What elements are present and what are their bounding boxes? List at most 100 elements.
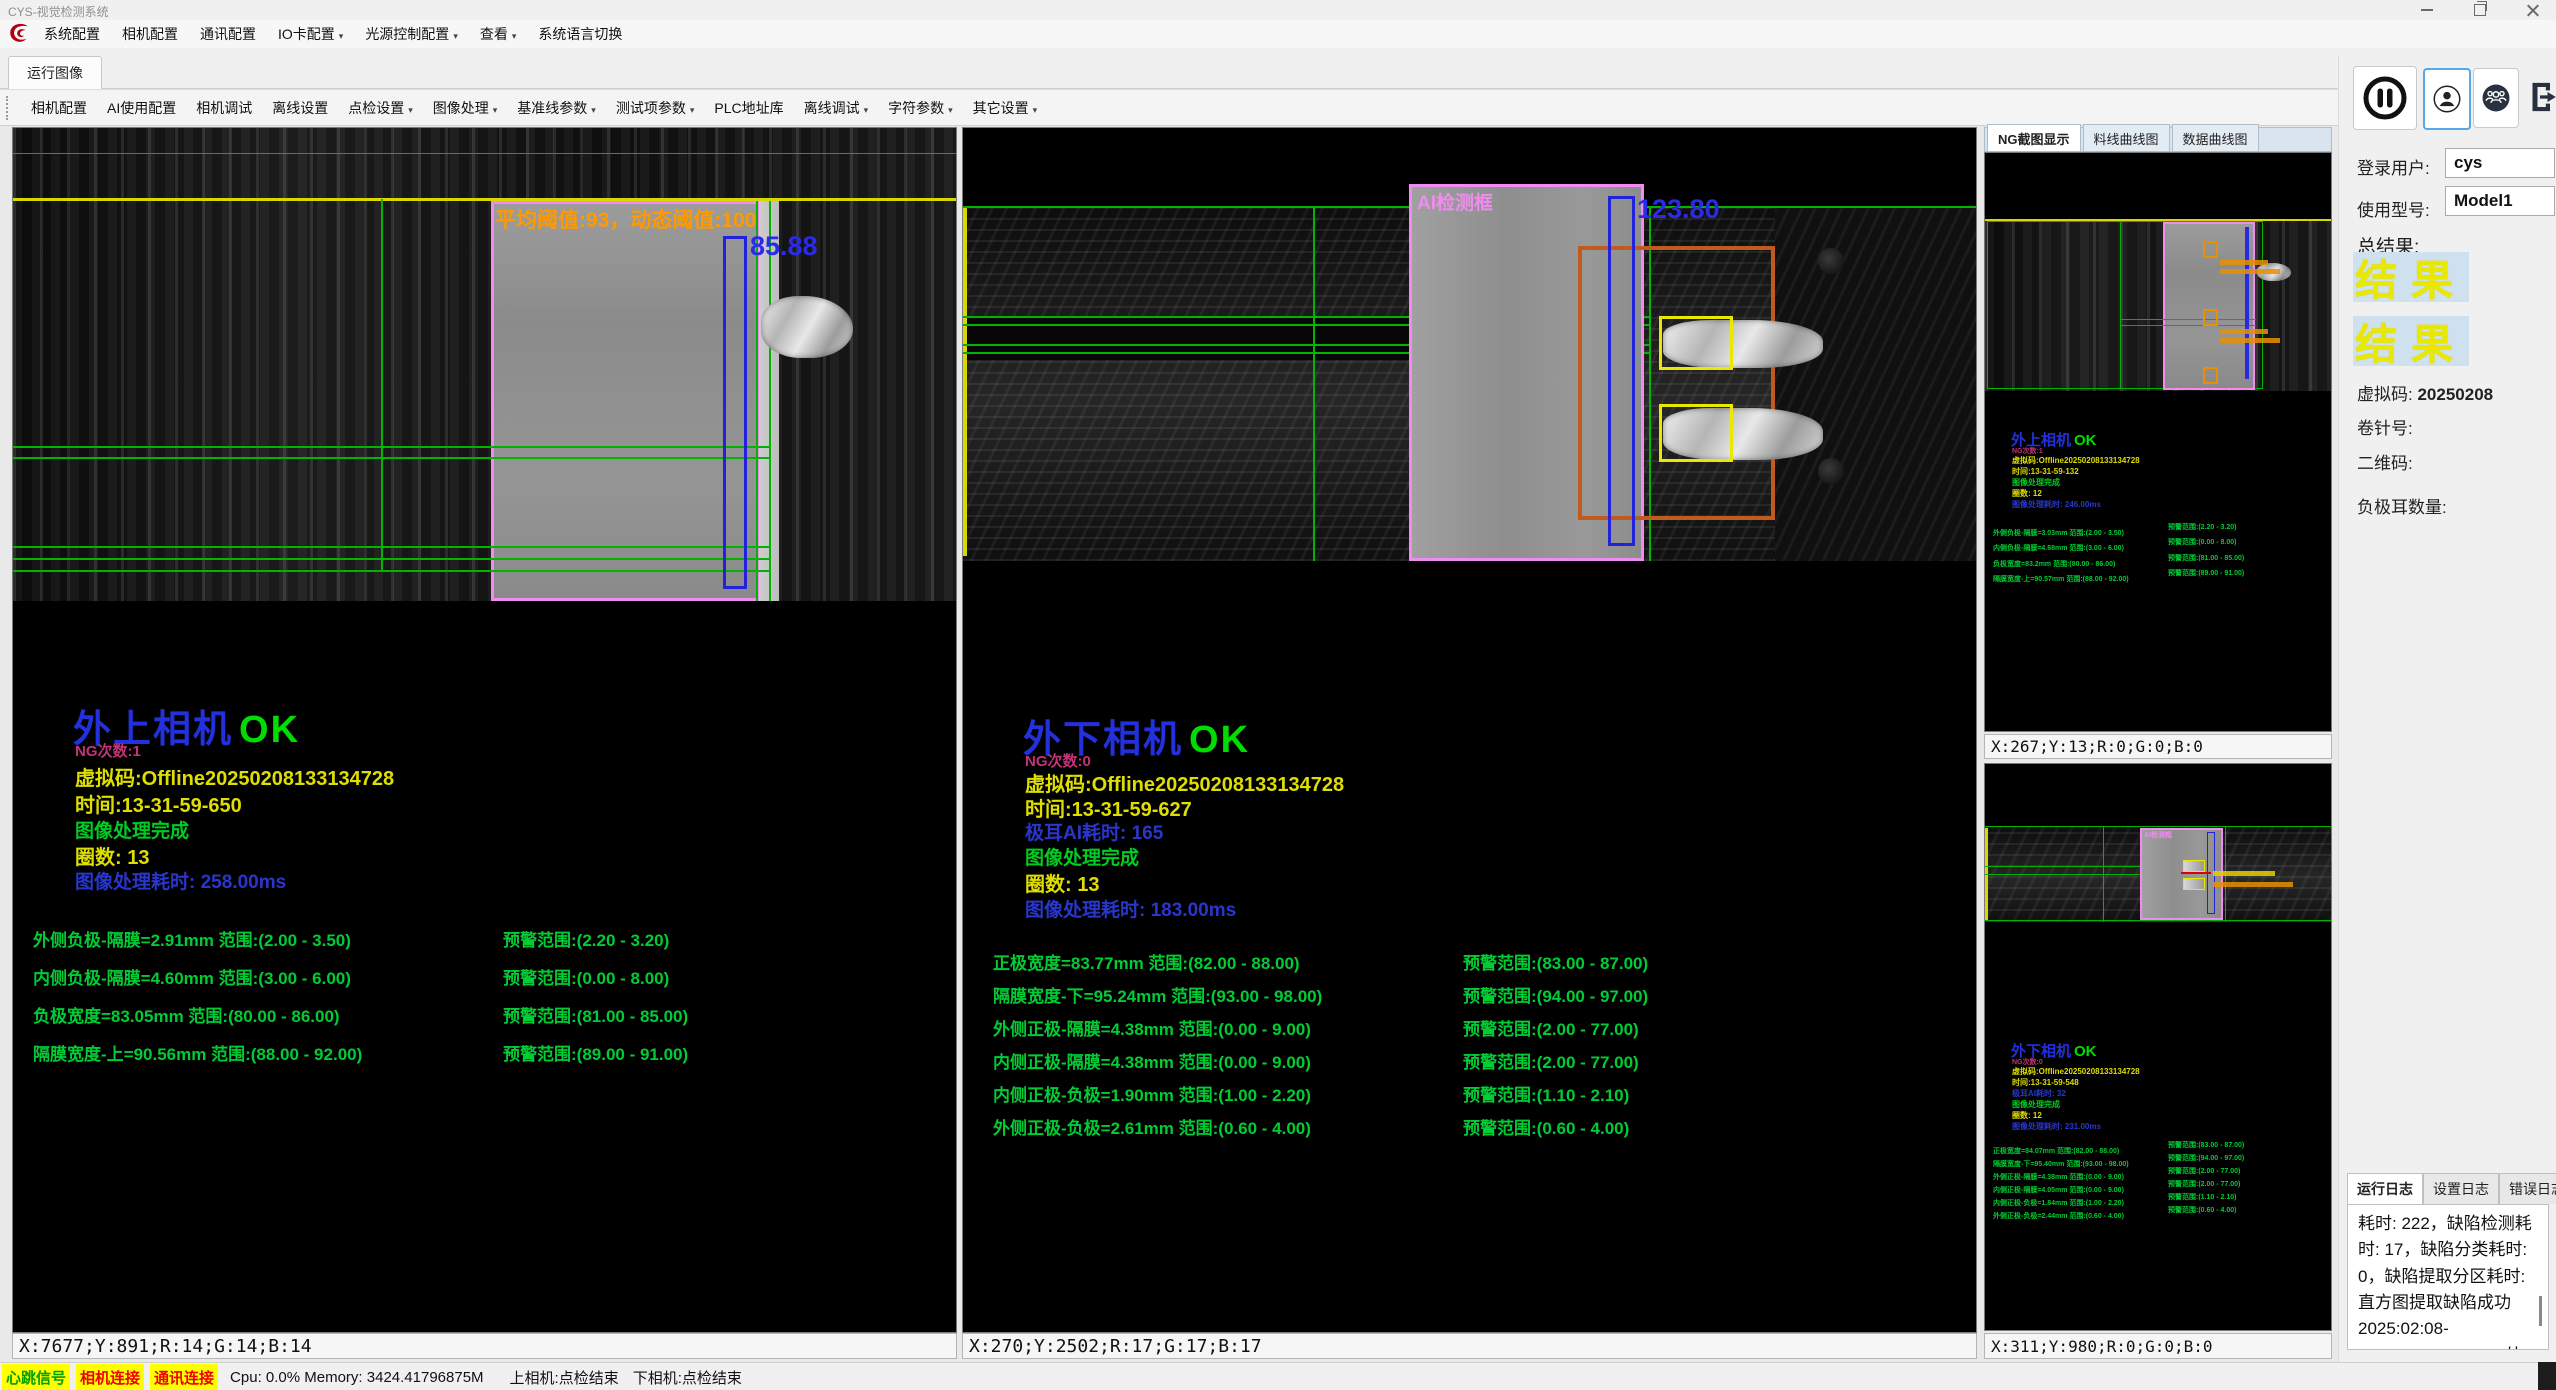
measurement-warn: 预警范围:(2.20 - 3.20) bbox=[503, 926, 669, 951]
title-bar: CYS-视觉检测系统 bbox=[0, 0, 2556, 21]
tool-plc-address-lib[interactable]: PLC地址库 bbox=[704, 94, 793, 122]
annotation-mark bbox=[2220, 269, 2280, 274]
tab-error-log[interactable]: 错误日志 bbox=[2499, 1173, 2556, 1204]
tool-camera-debug[interactable]: 相机调试 bbox=[186, 94, 262, 122]
tab-ng-screenshot[interactable]: NG截图显示 bbox=[1987, 124, 2081, 151]
menu-bar: 系统配置 相机配置 通讯配置 IO卡配置▾ 光源控制配置▾ 查看▾ 系统语言切换 bbox=[0, 20, 2556, 49]
tab-data-curve[interactable]: 数据曲线图 bbox=[2172, 124, 2259, 151]
measurement-row: 外侧正极-负极=2.61mm 范围:(0.60 - 4.00) 预警范围:(0.… bbox=[993, 1114, 1923, 1136]
menu-light-control-config[interactable]: 光源控制配置▾ bbox=[354, 20, 469, 48]
measurement-row: 外侧正极-隔膜=4.38mm 范围:(0.00 - 9.00) 预警范围:(2.… bbox=[993, 1015, 1923, 1037]
upper-camera-image[interactable]: 85.88 平均阈值:93，动态阈值:100 bbox=[13, 128, 956, 601]
dropdown-caret-icon: ▾ bbox=[690, 105, 695, 115]
elapsed-line: 图像处理耗时: 258.00ms bbox=[75, 867, 286, 894]
ng-preview-lower[interactable]: AI检测框 外下相机OK NG次数:0 虚拟码:Offline202502081… bbox=[1984, 763, 2332, 1331]
measurement-warn: 预警范围:(0.60 - 4.00) bbox=[1463, 1114, 1629, 1139]
annotation-mark bbox=[2220, 338, 2280, 343]
dropdown-caret-icon: ▾ bbox=[948, 105, 953, 115]
measure-line-vertical bbox=[1313, 206, 1315, 561]
annotation-mark bbox=[2220, 329, 2268, 334]
window-title: CYS-视觉检测系统 bbox=[8, 3, 109, 20]
electrode-region-box bbox=[491, 201, 759, 601]
menu-language-switch[interactable]: 系统语言切换 bbox=[527, 20, 633, 48]
menu-camera-config[interactable]: 相机配置 bbox=[111, 20, 189, 48]
ng-preview-lower-coords: X:311;Y:980;R:0;G:0;B:0 bbox=[1984, 1333, 2332, 1359]
dropdown-caret-icon: ▾ bbox=[339, 31, 344, 41]
toolbar-grip[interactable] bbox=[6, 96, 13, 120]
tab-run-log[interactable]: 运行日志 bbox=[2347, 1173, 2423, 1204]
tab-run-image[interactable]: 运行图像 bbox=[8, 56, 102, 89]
negative-tab-count-label: 负极耳数量: bbox=[2357, 493, 2447, 518]
login-user-label: 登录用户: bbox=[2357, 154, 2430, 179]
width-value: 123.80 bbox=[1637, 194, 1720, 225]
loop-count-line: 圈数: 12 bbox=[2012, 488, 2042, 499]
login-user-field[interactable]: cys bbox=[2445, 148, 2555, 178]
ng-preview-upper[interactable]: 外上相机OK NG次数:1 虚拟码:Offline202502081331347… bbox=[1984, 152, 2332, 732]
upper-camera-spotcheck-status: 上相机:点检结束 bbox=[510, 1367, 619, 1388]
threshold-overlay-text: 平均阈值:93，动态阈值:100 bbox=[495, 204, 756, 234]
upper-camera-panel[interactable]: 85.88 平均阈值:93，动态阈值:100 外上相机OK NG次数:1 虚拟码… bbox=[12, 127, 957, 1333]
tool-offline-debug[interactable]: 离线调试▾ bbox=[794, 94, 879, 122]
measurement-row: 正极宽度=84.07mm 范围:(82.00 - 88.00)预警范围:(83.… bbox=[1993, 1140, 2333, 1152]
tool-char-params[interactable]: 字符参数▾ bbox=[878, 94, 963, 122]
measurement-row: 内侧正极-负极=1.90mm 范围:(1.00 - 2.20) 预警范围:(1.… bbox=[993, 1081, 1923, 1103]
lower-camera-panel[interactable]: AI检测框 123.80 外下相机OK NG次数:0 虚拟码:Offline20… bbox=[962, 127, 1977, 1333]
measurement-warn: 预警范围:(2.00 - 77.00) bbox=[1463, 1048, 1639, 1073]
tool-test-item-params[interactable]: 测试项参数▾ bbox=[606, 94, 705, 122]
virtual-code-line: 虚拟码:Offline20250208133134728 bbox=[2012, 1066, 2140, 1077]
time-line: 时间:13-31-59-548 bbox=[2012, 1077, 2079, 1088]
tab-settings-log[interactable]: 设置日志 bbox=[2423, 1173, 2499, 1204]
tool-image-processing[interactable]: 图像处理▾ bbox=[423, 94, 508, 122]
elapsed-line: 图像处理耗时: 246.00ms bbox=[2012, 499, 2101, 510]
exit-button[interactable] bbox=[2523, 68, 2556, 126]
tool-offline-settings[interactable]: 离线设置 bbox=[262, 94, 338, 122]
measure-line-horizontal bbox=[13, 546, 769, 548]
model-field[interactable]: Model1 bbox=[2445, 186, 2555, 216]
menu-comm-config[interactable]: 通讯配置 bbox=[189, 20, 267, 48]
measure-line-horizontal bbox=[2120, 319, 2256, 320]
minimize-icon bbox=[2421, 9, 2433, 11]
red-mark-line bbox=[2181, 872, 2211, 874]
tool-other-settings[interactable]: 其它设置▾ bbox=[963, 94, 1048, 122]
app-window: CYS-视觉检测系统 系统配置 相机配置 通讯配置 IO卡配置▾ 光源控制配置▾… bbox=[0, 0, 2556, 1390]
pause-button[interactable] bbox=[2353, 66, 2417, 130]
users-icon bbox=[2477, 79, 2515, 117]
tool-ai-usage-config[interactable]: AI使用配置 bbox=[97, 94, 186, 122]
width-value: 85.88 bbox=[750, 231, 818, 262]
log-scrollbar-thumb[interactable] bbox=[2539, 1296, 2542, 1326]
close-icon bbox=[2527, 4, 2539, 16]
measurement-row: 内侧正极-负极=1.84mm 范围:(1.00 - 2.20)预警范围:(1.1… bbox=[1993, 1192, 2333, 1204]
log-text-area[interactable]: 耗时: 222，缺陷检测耗时: 17，缺陷分类耗时: 0，缺陷提取分区耗时: 直… bbox=[2347, 1204, 2549, 1350]
virtual-code-label: 虚拟码: 20250208 bbox=[2357, 380, 2493, 405]
annotation-mark bbox=[2213, 871, 2275, 876]
bolt-circle bbox=[1818, 248, 1844, 274]
lower-camera-image[interactable]: AI检测框 123.80 bbox=[963, 128, 1976, 561]
measure-line-horizontal bbox=[2120, 325, 2256, 326]
restore-button[interactable] bbox=[2457, 0, 2503, 20]
toolbar: 相机配置 AI使用配置 相机调试 离线设置 点检设置▾ 图像处理▾ 基准线参数▾… bbox=[0, 89, 2556, 126]
measurement-warn: 预警范围:(81.00 - 85.00) bbox=[503, 1002, 688, 1027]
camera-connect-status-badge: 相机连接 bbox=[76, 1364, 144, 1390]
menu-io-card-config[interactable]: IO卡配置▾ bbox=[267, 20, 354, 48]
tool-spot-check-settings[interactable]: 点检设置▾ bbox=[338, 94, 423, 122]
users-button[interactable] bbox=[2473, 68, 2519, 128]
minimize-button[interactable] bbox=[2404, 0, 2450, 20]
measurement-text: 隔膜宽度-上=90.56mm 范围:(88.00 - 92.00) bbox=[33, 1045, 362, 1064]
tool-camera-config[interactable]: 相机配置 bbox=[21, 94, 97, 122]
menu-system-config[interactable]: 系统配置 bbox=[33, 20, 111, 48]
menu-view[interactable]: 查看▾ bbox=[469, 20, 528, 48]
measurement-text: 内侧负极-隔膜=4.60mm 范围:(3.00 - 6.00) bbox=[33, 969, 351, 988]
dropdown-caret-icon: ▾ bbox=[864, 105, 869, 115]
dropdown-caret-icon: ▾ bbox=[591, 105, 596, 115]
tool-baseline-params[interactable]: 基准线参数▾ bbox=[507, 94, 606, 122]
comm-connect-status-badge: 通讯连接 bbox=[150, 1364, 218, 1390]
measurement-warn: 预警范围:(83.00 - 87.00) bbox=[1463, 949, 1648, 974]
close-button[interactable] bbox=[2510, 0, 2556, 20]
tab-detect-box bbox=[1659, 404, 1733, 462]
measurement-row: 内侧正极-隔膜=4.38mm 范围:(0.00 - 9.00) 预警范围:(2.… bbox=[993, 1048, 1923, 1070]
processing-done-line: 图像处理完成 bbox=[2012, 1099, 2060, 1110]
tab-material-line-curve[interactable]: 料线曲线图 bbox=[2083, 124, 2170, 151]
resize-grip[interactable] bbox=[2538, 1362, 2556, 1390]
tab-ai-elapsed-line: 极耳AI耗时: 165 bbox=[1025, 818, 1163, 845]
user-button[interactable] bbox=[2423, 68, 2471, 130]
